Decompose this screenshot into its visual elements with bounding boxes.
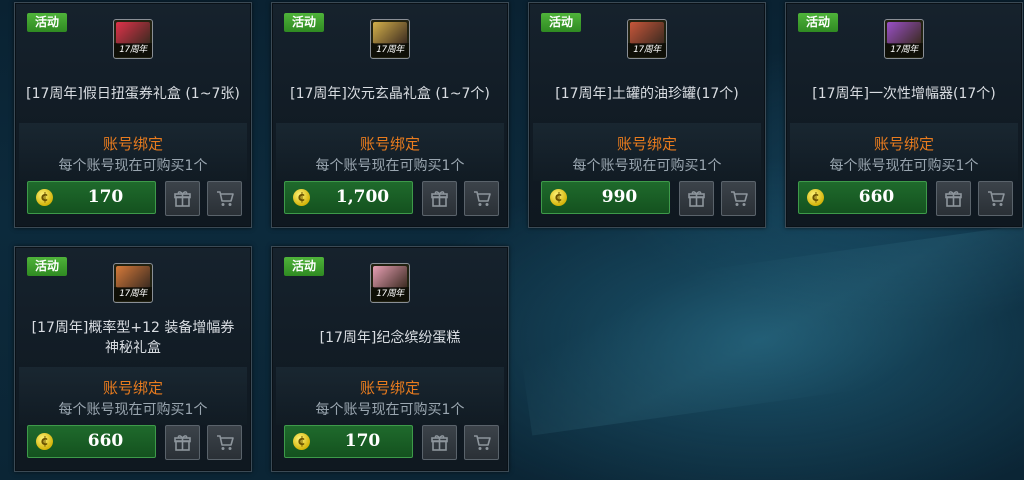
- account-bound-label: 账号绑定: [359, 379, 420, 397]
- price-amount: 170: [344, 431, 381, 451]
- gift-button[interactable]: [422, 181, 457, 216]
- cart-button[interactable]: [464, 425, 499, 460]
- crystal-box-icon[interactable]: 17周年: [370, 19, 410, 59]
- price-box: ¢ 990: [541, 181, 670, 214]
- purchase-limit-text: 每个账号现在可购买1个: [315, 158, 465, 174]
- shopping-cart-icon: [474, 191, 491, 206]
- cart-button[interactable]: [464, 181, 499, 216]
- shopping-cart-icon: [474, 435, 491, 450]
- currency-icon: ¢: [293, 433, 310, 450]
- amplifier-icon[interactable]: 17周年: [884, 19, 924, 59]
- price-box: ¢ 170: [284, 425, 413, 458]
- jar-icon[interactable]: 17周年: [627, 19, 667, 59]
- product-icon-art: [373, 22, 407, 44]
- price-box: ¢ 170: [27, 181, 156, 214]
- product-name: [17周年]纪念缤纷蛋糕: [319, 330, 461, 346]
- shopping-cart-icon: [217, 435, 234, 450]
- cart-button[interactable]: [978, 181, 1013, 216]
- gift-button[interactable]: [679, 181, 714, 216]
- product-name: [17周年]土罐的油珍罐(17个): [555, 86, 739, 102]
- gift-icon: [431, 191, 448, 207]
- anniversary-label: 17周年: [371, 287, 409, 301]
- account-bound-label: 账号绑定: [102, 135, 163, 153]
- currency-icon: ¢: [807, 189, 824, 206]
- anniversary-label: 17周年: [371, 43, 409, 57]
- product-name: [17周年]次元玄晶礼盒 (1~7个): [290, 86, 490, 102]
- ticket-icon[interactable]: 17周年: [113, 19, 153, 59]
- product-name: [17周年]一次性增幅器(17个): [812, 86, 996, 102]
- product-card[interactable]: 活动 17周年 [17周年]纪念缤纷蛋糕 账号绑定 每个账号现在可购买1个 ¢ …: [271, 246, 509, 472]
- gift-icon: [688, 191, 705, 207]
- price-box: ¢ 660: [798, 181, 927, 214]
- currency-icon: ¢: [36, 189, 53, 206]
- anniversary-label: 17周年: [114, 287, 152, 301]
- cart-button[interactable]: [207, 181, 242, 216]
- mystery-box-icon[interactable]: 17周年: [113, 263, 153, 303]
- anniversary-label: 17周年: [114, 43, 152, 57]
- product-card[interactable]: 活动 17周年 [17周年]一次性增幅器(17个) 账号绑定 每个账号现在可购买…: [785, 2, 1023, 228]
- gift-button[interactable]: [422, 425, 457, 460]
- cake-icon[interactable]: 17周年: [370, 263, 410, 303]
- currency-icon: ¢: [36, 433, 53, 450]
- gift-button[interactable]: [165, 181, 200, 216]
- event-badge: 活动: [284, 257, 325, 276]
- currency-icon: ¢: [550, 189, 567, 206]
- account-bound-label: 账号绑定: [359, 135, 420, 153]
- gift-icon: [945, 191, 962, 207]
- anniversary-label: 17周年: [885, 43, 923, 57]
- anniversary-label: 17周年: [628, 43, 666, 57]
- product-icon-art: [116, 22, 150, 44]
- product-icon-art: [116, 266, 150, 288]
- price-amount: 660: [87, 431, 124, 451]
- purchase-limit-text: 每个账号现在可购买1个: [58, 158, 208, 174]
- gift-icon: [431, 435, 448, 451]
- product-card[interactable]: 活动 17周年 [17周年]假日扭蛋券礼盒 (1~7张) 账号绑定 每个账号现在…: [14, 2, 252, 228]
- price-amount: 1,700: [335, 187, 390, 207]
- purchase-limit-text: 每个账号现在可购买1个: [315, 402, 465, 418]
- product-icon-art: [373, 266, 407, 288]
- event-badge: 活动: [798, 13, 839, 32]
- product-card[interactable]: 活动 17周年 [17周年]土罐的油珍罐(17个) 账号绑定 每个账号现在可购买…: [528, 2, 766, 228]
- currency-icon: ¢: [293, 189, 310, 206]
- shopping-cart-icon: [988, 191, 1005, 206]
- product-name: [17周年]概率型+12 装备增幅券神秘礼盒: [31, 320, 235, 356]
- product-icon-art: [887, 22, 921, 44]
- price-amount: 990: [601, 187, 638, 207]
- purchase-limit-text: 每个账号现在可购买1个: [829, 158, 979, 174]
- shopping-cart-icon: [731, 191, 748, 206]
- gift-icon: [174, 191, 191, 207]
- price-box: ¢ 1,700: [284, 181, 413, 214]
- product-name: [17周年]假日扭蛋券礼盒 (1~7张): [26, 86, 240, 102]
- event-badge: 活动: [27, 257, 68, 276]
- price-amount: 660: [858, 187, 895, 207]
- product-card[interactable]: 活动 17周年 [17周年]次元玄晶礼盒 (1~7个) 账号绑定 每个账号现在可…: [271, 2, 509, 228]
- account-bound-label: 账号绑定: [616, 135, 677, 153]
- product-card[interactable]: 活动 17周年 [17周年]概率型+12 装备增幅券神秘礼盒 账号绑定 每个账号…: [14, 246, 252, 472]
- gift-icon: [174, 435, 191, 451]
- event-badge: 活动: [541, 13, 582, 32]
- purchase-limit-text: 每个账号现在可购买1个: [572, 158, 722, 174]
- price-box: ¢ 660: [27, 425, 156, 458]
- event-badge: 活动: [284, 13, 325, 32]
- cart-button[interactable]: [721, 181, 756, 216]
- gift-button[interactable]: [936, 181, 971, 216]
- event-badge: 活动: [27, 13, 68, 32]
- gift-button[interactable]: [165, 425, 200, 460]
- background-streak: [512, 224, 1024, 436]
- product-icon-art: [630, 22, 664, 44]
- account-bound-label: 账号绑定: [873, 135, 934, 153]
- price-amount: 170: [87, 187, 124, 207]
- shopping-cart-icon: [217, 191, 234, 206]
- account-bound-label: 账号绑定: [102, 379, 163, 397]
- cart-button[interactable]: [207, 425, 242, 460]
- purchase-limit-text: 每个账号现在可购买1个: [58, 402, 208, 418]
